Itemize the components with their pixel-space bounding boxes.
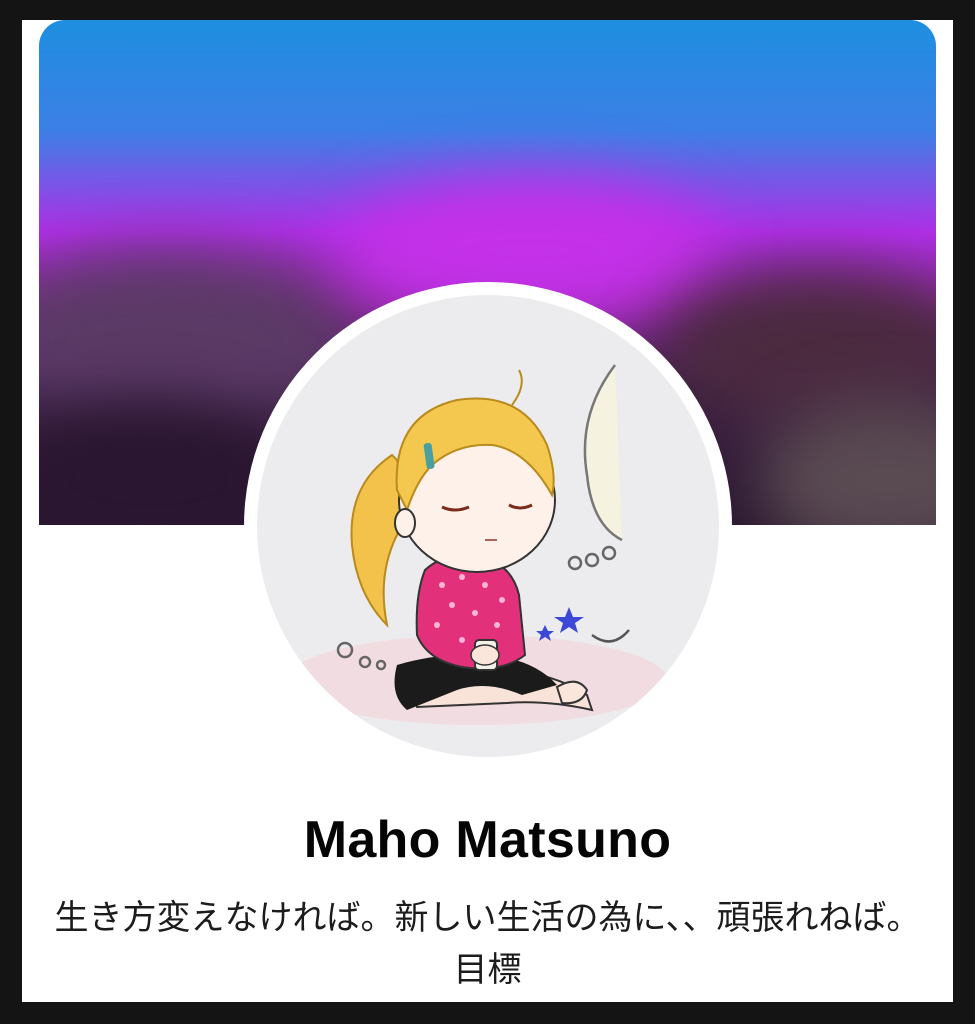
cartoon-girl-avatar-icon	[287, 364, 667, 725]
avatar[interactable]	[257, 295, 719, 757]
profile-bio: 生き方変えなければ。新しい生活の為に、、頑張れねば。目標	[54, 898, 921, 990]
profile-name: Maho Matsuno	[303, 811, 672, 869]
profile-card: Maho Matsuno 生き方変えなければ。新しい生活の為に、、頑張れねば。目…	[22, 20, 953, 1002]
